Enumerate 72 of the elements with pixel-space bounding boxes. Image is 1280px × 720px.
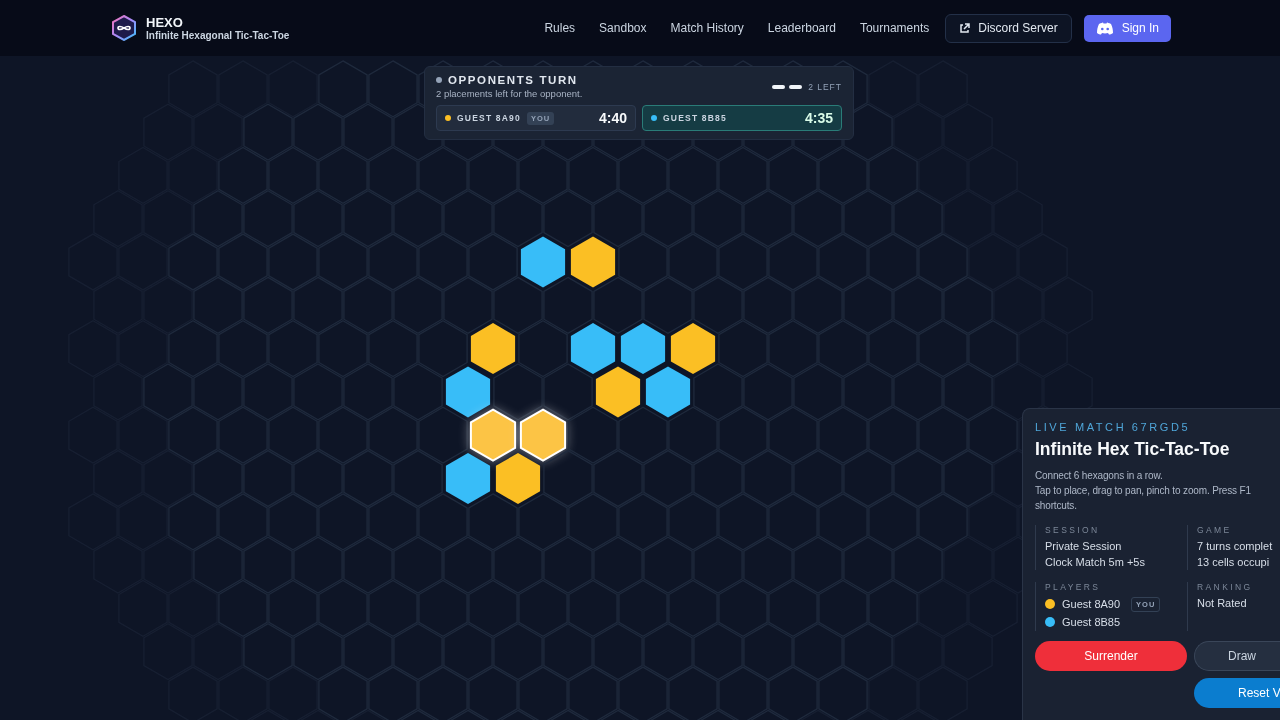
hex-stone[interactable] bbox=[570, 323, 616, 375]
match-id: LIVE MATCH 67RGD5 bbox=[1035, 421, 1192, 433]
section-label: PLAYERS bbox=[1045, 582, 1102, 592]
board-cell[interactable] bbox=[618, 233, 668, 291]
hex-stone[interactable] bbox=[495, 453, 541, 504]
section-label: GAME bbox=[1197, 525, 1233, 535]
game-info: 7 turns complet bbox=[1197, 539, 1274, 554]
nav-link[interactable]: Tournaments bbox=[859, 21, 930, 35]
board-cell[interactable] bbox=[468, 233, 518, 291]
hex-stone[interactable] bbox=[520, 236, 566, 288]
player-name: Guest 8A90 bbox=[1062, 597, 1121, 612]
hex-stone[interactable] bbox=[645, 366, 691, 418]
board-cell[interactable] bbox=[668, 233, 718, 291]
clock-time: 4:40 bbox=[598, 110, 627, 126]
board-cell[interactable] bbox=[543, 449, 593, 508]
discord-icon bbox=[1095, 21, 1114, 35]
board-cell[interactable] bbox=[418, 233, 468, 291]
board-cell[interactable] bbox=[618, 406, 668, 464]
player-name: GUEST 8A90 bbox=[457, 113, 521, 123]
draw-button[interactable]: Draw bbox=[1194, 641, 1280, 671]
hex-stone[interactable] bbox=[595, 366, 641, 418]
board-cell[interactable] bbox=[543, 363, 593, 421]
session-info: Clock Match 5m +5s bbox=[1045, 555, 1146, 570]
description-line: Connect 6 hexagons in a row. bbox=[1035, 469, 1164, 483]
clock-time: 4:35 bbox=[804, 110, 833, 126]
board-cell[interactable] bbox=[543, 276, 593, 334]
brand-tagline: Infinite Hexagonal Tic-Tac-Toe bbox=[146, 30, 290, 41]
discord-server-button[interactable]: Discord Server bbox=[945, 13, 1072, 43]
description-line: Tap to place, drag to pan, pinch to zoom. Press F1 bbox=[1035, 484, 1252, 498]
logo-icon bbox=[111, 15, 137, 41]
player-name: GUEST 8B85 bbox=[663, 113, 727, 123]
ranking-info: Not Rated bbox=[1197, 596, 1248, 611]
nav-link[interactable]: Match History bbox=[670, 21, 744, 35]
board-cell[interactable] bbox=[418, 319, 468, 378]
surrender-button[interactable]: Surrender bbox=[1035, 641, 1187, 671]
section-label: RANKING bbox=[1197, 582, 1254, 592]
description-line: shortcuts. bbox=[1035, 499, 1078, 513]
board-cell[interactable] bbox=[518, 319, 568, 378]
player-name: Guest 8B85 bbox=[1062, 615, 1121, 630]
nav-link[interactable]: Sandbox bbox=[599, 21, 647, 35]
placements-left: 2 LEFT bbox=[808, 82, 842, 92]
board-cell[interactable] bbox=[418, 406, 468, 464]
board-cell[interactable] bbox=[493, 363, 543, 421]
hex-stone[interactable] bbox=[519, 408, 567, 462]
section-label: SESSION bbox=[1045, 525, 1101, 535]
hex-stone[interactable] bbox=[670, 323, 716, 375]
board-cell[interactable] bbox=[643, 449, 693, 508]
board-cell[interactable] bbox=[643, 276, 693, 334]
board-cell[interactable] bbox=[568, 406, 618, 464]
brand-name: HEXO bbox=[146, 15, 184, 30]
status-dot-icon bbox=[436, 77, 442, 83]
board-cell[interactable] bbox=[593, 276, 643, 334]
turn-title: OPPONENTS TURN bbox=[448, 74, 578, 86]
hex-stone[interactable] bbox=[469, 408, 517, 462]
board-cell[interactable] bbox=[443, 276, 493, 334]
reset-view-button[interactable]: Reset V bbox=[1194, 678, 1280, 708]
board-cell[interactable] bbox=[668, 406, 718, 464]
game-info: 13 cells occupi bbox=[1197, 555, 1271, 570]
nav-link[interactable]: Leaderboard bbox=[767, 21, 836, 35]
turn-subtitle: 2 placements left for the opponent. bbox=[436, 88, 583, 99]
board-cell[interactable] bbox=[493, 276, 543, 334]
sign-in-button[interactable]: Sign In bbox=[1083, 14, 1171, 42]
nav-link[interactable]: Rules bbox=[544, 21, 576, 35]
external-link-icon bbox=[959, 22, 971, 34]
hex-stone[interactable] bbox=[445, 453, 491, 504]
hex-stone[interactable] bbox=[620, 323, 666, 375]
board-cell[interactable] bbox=[593, 449, 643, 508]
session-info: Private Session bbox=[1045, 539, 1123, 554]
hex-stone[interactable] bbox=[570, 236, 616, 288]
hex-stone[interactable] bbox=[445, 366, 491, 418]
hex-stone[interactable] bbox=[470, 323, 516, 375]
match-title: Infinite Hex Tic-Tac-Toe bbox=[1035, 439, 1231, 460]
